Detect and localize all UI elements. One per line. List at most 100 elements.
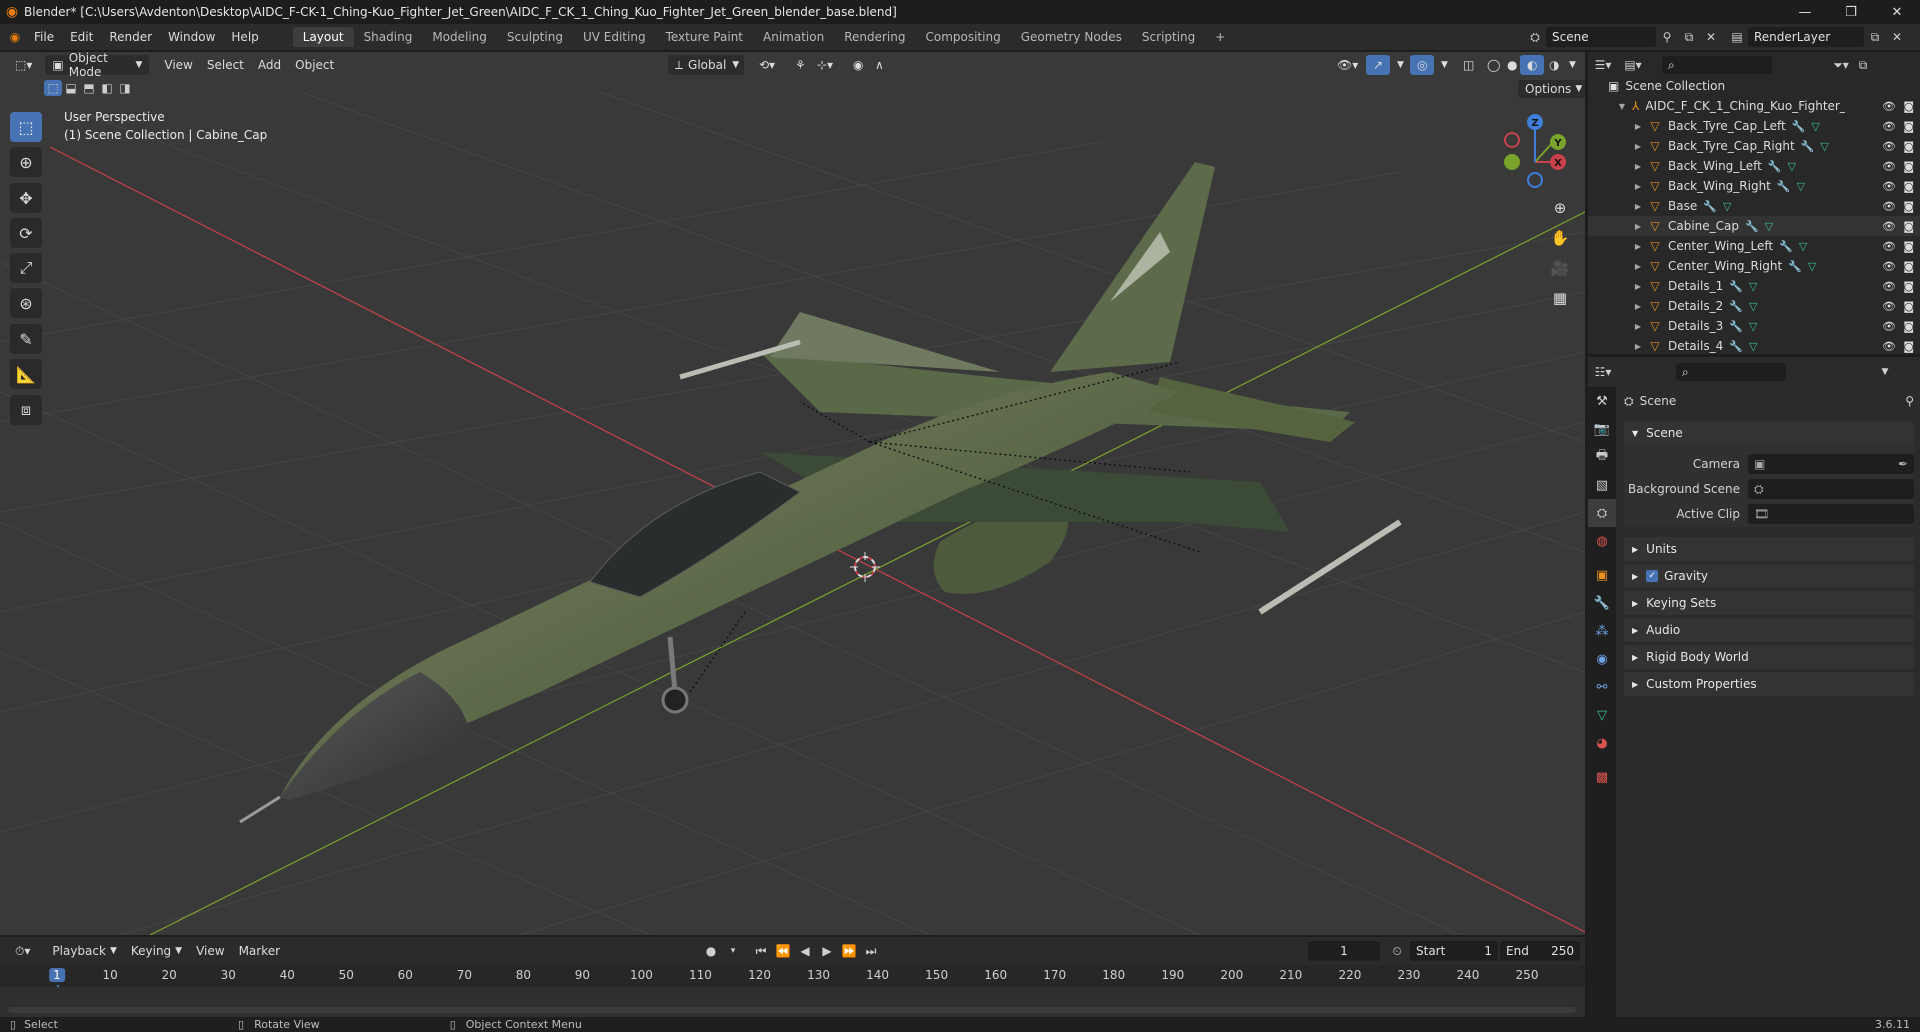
- outliner-search-input[interactable]: ⌕: [1662, 56, 1772, 74]
- next-keyframe-icon[interactable]: ⏩: [838, 941, 860, 961]
- eye-icon[interactable]: 👁: [1882, 120, 1896, 133]
- constraints-tab-icon[interactable]: ⚯: [1588, 673, 1616, 701]
- proportional-edit-icon[interactable]: ◉: [846, 55, 870, 75]
- blender-menu-icon[interactable]: ◉: [4, 27, 26, 47]
- properties-options-icon[interactable]: ▼: [1874, 362, 1896, 382]
- jump-end-icon[interactable]: ⏭: [860, 941, 882, 961]
- gizmo-dropdown-icon[interactable]: ▼: [1390, 55, 1411, 75]
- menu-add[interactable]: Add: [251, 55, 288, 75]
- cursor-tool-icon[interactable]: ⊕: [10, 147, 42, 177]
- expand-right-icon[interactable]: ▶: [1632, 322, 1644, 331]
- panel-header-gravity[interactable]: ▶ ✓ Gravity: [1624, 564, 1914, 588]
- pivot-point-icon[interactable]: ⟲▾: [752, 55, 782, 75]
- eye-icon[interactable]: 👁: [1882, 280, 1896, 293]
- mesh-data-icon[interactable]: ▽: [1749, 320, 1757, 333]
- mesh-data-icon[interactable]: ▽: [1788, 160, 1796, 173]
- camera-icon[interactable]: ◙: [1903, 120, 1914, 133]
- record-icon[interactable]: ●: [700, 941, 722, 961]
- mesh-data-icon[interactable]: ▽: [1797, 180, 1805, 193]
- wrench-icon[interactable]: 🔧: [1745, 220, 1759, 233]
- move-tool-icon[interactable]: ✥: [10, 183, 42, 213]
- shading-dropdown-icon[interactable]: ▼: [1562, 55, 1583, 75]
- timeline-editor-type-icon[interactable]: ⏱▾: [8, 941, 37, 961]
- eyedropper-icon[interactable]: ✒: [1898, 457, 1908, 471]
- outliner-editor-type-icon[interactable]: ☰▾: [1592, 55, 1614, 75]
- camera-icon[interactable]: ◙: [1903, 240, 1914, 253]
- outliner-object-row[interactable]: ▶ ▽ Center_Wing_Right 🔧 ▽ 👁 ◙: [1588, 256, 1920, 276]
- mesh-data-icon[interactable]: ▽: [1765, 220, 1773, 233]
- mode-selector[interactable]: ▣ Object Mode ▼: [45, 52, 150, 79]
- scene-pin-icon[interactable]: ⚲: [1656, 27, 1678, 47]
- wrench-icon[interactable]: 🔧: [1788, 260, 1802, 273]
- select-new-icon[interactable]: ⬚: [44, 80, 62, 96]
- mesh-data-icon[interactable]: ▽: [1811, 120, 1819, 133]
- render-tab-icon[interactable]: 📷: [1588, 415, 1616, 443]
- tab-animation[interactable]: Animation: [753, 27, 834, 47]
- material-tab-icon[interactable]: ◕: [1588, 729, 1616, 757]
- transform-orientation-selector[interactable]: ⟂ Global ▼: [668, 55, 744, 75]
- tab-modeling[interactable]: Modeling: [422, 27, 497, 47]
- delete-scene-icon[interactable]: ✕: [1700, 27, 1722, 47]
- outliner-object-row[interactable]: ▶ ▽ Base 🔧 ▽ 👁 ◙: [1588, 196, 1920, 216]
- expand-right-icon[interactable]: ▶: [1632, 202, 1644, 211]
- zoom-icon[interactable]: ⊕: [1546, 194, 1574, 222]
- wrench-icon[interactable]: 🔧: [1729, 320, 1743, 333]
- camera-icon[interactable]: ◙: [1903, 160, 1914, 173]
- tab-layout[interactable]: Layout: [292, 27, 354, 47]
- camera-icon[interactable]: ◙: [1903, 100, 1914, 113]
- eye-icon[interactable]: 👁: [1882, 100, 1896, 113]
- start-frame-field[interactable]: Start 1: [1410, 941, 1498, 961]
- camera-icon[interactable]: ◙: [1903, 300, 1914, 313]
- transform-tool-icon[interactable]: ⊛: [10, 288, 42, 318]
- pan-hand-icon[interactable]: ✋: [1546, 224, 1574, 252]
- filter-icon[interactable]: ⏷▾: [1830, 55, 1852, 75]
- background-scene-field[interactable]: ⛭: [1748, 479, 1914, 499]
- timeline-scrollbar[interactable]: [8, 1007, 1576, 1013]
- menu-select[interactable]: Select: [200, 55, 251, 75]
- eye-icon[interactable]: 👁: [1882, 160, 1896, 173]
- overlay-toggle-icon[interactable]: ◎: [1410, 55, 1435, 75]
- eye-icon[interactable]: 👁: [1882, 260, 1896, 273]
- wrench-icon[interactable]: 🔧: [1801, 140, 1815, 153]
- select-subtract-icon[interactable]: ⬒: [80, 80, 98, 96]
- perspective-toggle-icon[interactable]: ▦: [1546, 284, 1574, 312]
- mesh-data-icon[interactable]: ▽: [1723, 200, 1731, 213]
- mesh-data-icon[interactable]: ▽: [1799, 240, 1807, 253]
- menu-help[interactable]: Help: [223, 24, 266, 50]
- properties-editor-type-icon[interactable]: ☷▾: [1592, 362, 1614, 382]
- output-tab-icon[interactable]: 🖶: [1588, 443, 1616, 471]
- maximize-button[interactable]: ❐: [1828, 0, 1874, 24]
- overlay-dropdown-icon[interactable]: ▼: [1434, 55, 1455, 75]
- panel-header-custom-properties[interactable]: ▶ Custom Properties: [1624, 672, 1914, 696]
- add-cube-tool-icon[interactable]: ⧈: [10, 395, 42, 425]
- outliner-object-row[interactable]: ▶ ▽ Back_Tyre_Cap_Left 🔧 ▽ 👁 ◙: [1588, 116, 1920, 136]
- particles-tab-icon[interactable]: ⁂: [1588, 617, 1616, 645]
- menu-object[interactable]: Object: [288, 55, 341, 75]
- jump-start-icon[interactable]: ⏮: [750, 941, 772, 961]
- current-frame-indicator[interactable]: 1: [49, 968, 65, 982]
- add-workspace-button[interactable]: +: [1205, 27, 1235, 47]
- outliner-object-row[interactable]: ▶ ▽ Details_4 🔧 ▽ 👁 ◙: [1588, 336, 1920, 356]
- snap-target-icon[interactable]: ⊹▾: [810, 55, 840, 75]
- expand-right-icon[interactable]: ▶: [1632, 282, 1644, 291]
- expand-right-icon[interactable]: ▶: [1632, 182, 1644, 191]
- tab-scripting[interactable]: Scripting: [1132, 27, 1205, 47]
- select-invert-icon[interactable]: ◧: [98, 80, 116, 96]
- texture-tab-icon[interactable]: ▩: [1588, 763, 1616, 791]
- panel-header-keying-sets[interactable]: ▶ Keying Sets: [1624, 591, 1914, 615]
- scale-tool-icon[interactable]: ⤢: [10, 253, 42, 283]
- eye-icon[interactable]: 👁: [1882, 200, 1896, 213]
- scene-tab-icon[interactable]: ⛭: [1588, 499, 1616, 527]
- gizmo-toggle-icon[interactable]: ↗: [1366, 55, 1391, 75]
- eye-icon[interactable]: 👁: [1882, 220, 1896, 233]
- mesh-data-icon[interactable]: ▽: [1808, 260, 1816, 273]
- wrench-icon[interactable]: 🔧: [1777, 180, 1791, 193]
- tab-sculpting[interactable]: Sculpting: [497, 27, 573, 47]
- expand-right-icon[interactable]: ▶: [1632, 122, 1644, 131]
- menu-timeline-view[interactable]: View: [189, 941, 231, 961]
- xray-icon[interactable]: ◫: [1456, 55, 1481, 75]
- scene-panel-header[interactable]: ▼ Scene: [1624, 421, 1914, 445]
- expand-right-icon[interactable]: ▶: [1632, 262, 1644, 271]
- display-mode-icon[interactable]: ▤▾: [1622, 55, 1644, 75]
- current-frame-field[interactable]: 1: [1308, 941, 1380, 961]
